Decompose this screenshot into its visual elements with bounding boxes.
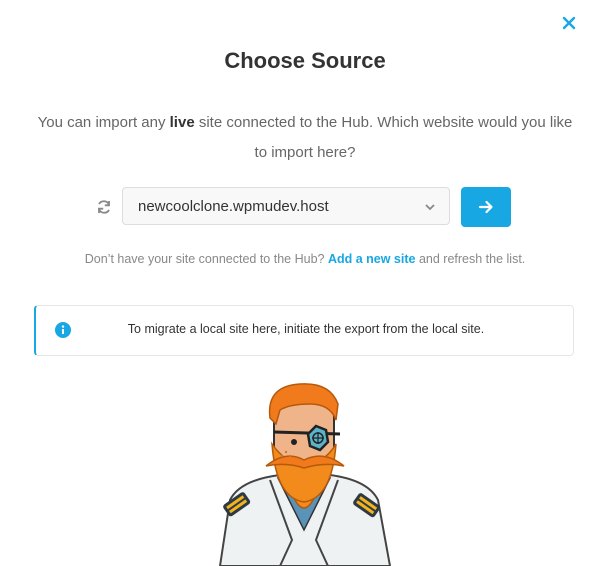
- dialog-title: Choose Source: [224, 48, 386, 73]
- hub-hint: Don’t have your site connected to the Hu…: [84, 252, 526, 266]
- dialog-description: You can import any live site connected t…: [37, 114, 573, 161]
- captain-mascot-illustration: [218, 383, 392, 566]
- description-emphasis: live: [169, 114, 195, 131]
- close-button[interactable]: [558, 12, 580, 34]
- info-notice: To migrate a local site here, initiate t…: [34, 305, 574, 356]
- site-select[interactable]: newcoolclone.wpmudev.host: [122, 187, 450, 225]
- selected-site: newcoolclone.wpmudev.host: [138, 197, 329, 215]
- notice-text: To migrate a local site here, initiate t…: [127, 322, 485, 336]
- chevron-down-icon: [425, 204, 435, 211]
- add-new-site-link[interactable]: Add a new site: [328, 252, 416, 266]
- continue-button[interactable]: [461, 187, 511, 227]
- refresh-icon: [98, 200, 110, 214]
- close-icon: [562, 16, 576, 30]
- arrow-right-icon: [478, 200, 493, 214]
- refresh-button[interactable]: [92, 195, 116, 219]
